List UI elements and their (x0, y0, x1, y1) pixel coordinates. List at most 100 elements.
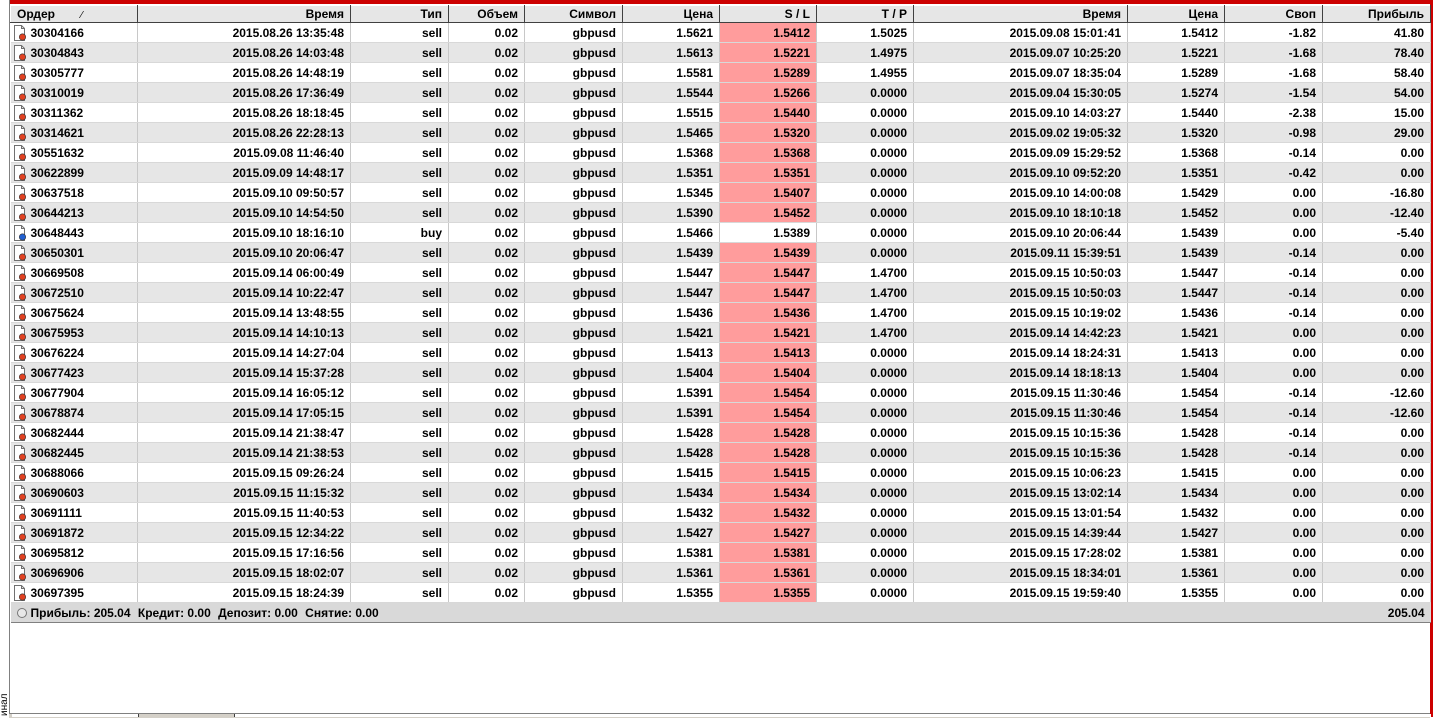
volume-cell: 0.02 (448, 102, 525, 123)
order-cell-content: 30682444 (11, 424, 132, 441)
order-cell: 30688066 (10, 462, 138, 483)
order-number: 30690603 (30, 485, 84, 500)
column-header-order[interactable]: Ордер ⁄ (10, 5, 138, 23)
close-time-cell: 2015.09.15 10:19:02 (913, 302, 1128, 323)
type-cell: sell (350, 442, 449, 463)
sl-cell: 1.5266 (719, 82, 817, 103)
close-price-cell: 1.5428 (1127, 422, 1225, 443)
type-cell: sell (350, 22, 449, 43)
table-row[interactable]: 30682445 2015.09.14 21:38:53 sell 0.02 gbpus… (10, 442, 1431, 463)
swap-cell: -1.54 (1224, 82, 1323, 103)
table-row[interactable]: 30648443 2015.09.10 18:16:10 buy 0.02 gbpusd… (10, 222, 1431, 243)
table-row[interactable]: 30695812 2015.09.15 17:16:56 sell 0.02 gbpus… (10, 542, 1431, 563)
open-time-cell: 2015.09.15 11:40:53 (137, 502, 351, 523)
sl-cell: 1.5432 (719, 502, 817, 523)
table-row[interactable]: 30678874 2015.09.14 17:05:15 sell 0.02 gbpus… (10, 402, 1431, 423)
open-price-cell: 1.5515 (622, 102, 720, 123)
symbol-cell: gbpusd (524, 282, 623, 303)
column-header-close-time[interactable]: Время (913, 5, 1128, 23)
tp-cell: 0.0000 (816, 202, 914, 223)
profit-cell: -12.40 (1322, 202, 1431, 223)
sell-order-icon (13, 344, 27, 361)
table-row[interactable]: 30672510 2015.09.14 10:22:47 sell 0.02 gbpus… (10, 282, 1431, 303)
column-header-sl[interactable]: S / L (719, 5, 817, 23)
tp-cell: 0.0000 (816, 82, 914, 103)
close-price-cell: 1.5381 (1127, 542, 1225, 563)
swap-cell: -0.14 (1224, 442, 1323, 463)
open-price-cell: 1.5404 (622, 362, 720, 383)
profit-cell: 0.00 (1322, 162, 1431, 183)
table-row[interactable]: 30677904 2015.09.14 16:05:12 sell 0.02 gbpus… (10, 382, 1431, 403)
column-header-symbol[interactable]: Символ (524, 5, 623, 23)
table-row[interactable]: 30644213 2015.09.10 14:54:50 sell 0.02 gbpus… (10, 202, 1431, 223)
table-row[interactable]: 30696906 2015.09.15 18:02:07 sell 0.02 gbpus… (10, 562, 1431, 583)
column-header-profit[interactable]: Прибыль (1322, 5, 1431, 23)
order-cell-content: 30677423 (11, 364, 132, 381)
table-row[interactable]: 30682444 2015.09.14 21:38:47 sell 0.02 gbpus… (10, 422, 1431, 443)
table-row[interactable]: 30675953 2015.09.14 14:10:13 sell 0.02 gbpus… (10, 322, 1431, 343)
table-row[interactable]: 30311362 2015.08.26 18:18:45 sell 0.02 gbpus… (10, 102, 1431, 123)
open-time-cell: 2015.08.26 13:35:48 (137, 22, 351, 43)
table-row[interactable]: 30304843 2015.08.26 14:03:48 sell 0.02 gbpus… (10, 42, 1431, 63)
profit-cell: 0.00 (1322, 582, 1431, 603)
sell-order-icon (13, 564, 27, 581)
symbol-cell: gbpusd (524, 382, 623, 403)
sl-cell: 1.5439 (719, 242, 817, 263)
sell-order-icon (13, 204, 27, 221)
table-row[interactable]: 30305777 2015.08.26 14:48:19 sell 0.02 gbpus… (10, 62, 1431, 83)
volume-cell: 0.02 (448, 162, 525, 183)
order-cell-content: 30551632 (11, 144, 132, 161)
symbol-cell: gbpusd (524, 42, 623, 63)
column-header-tp[interactable]: T / P (816, 5, 914, 23)
table-row[interactable]: 30551632 2015.09.08 11:46:40 sell 0.02 gbpus… (10, 142, 1431, 163)
summary-total: 205.04 (1322, 602, 1431, 623)
open-time-cell: 2015.09.14 13:48:55 (137, 302, 351, 323)
sl-cell: 1.5447 (719, 282, 817, 303)
sl-cell: 1.5389 (719, 222, 817, 243)
type-cell: sell (350, 402, 449, 423)
table-row[interactable]: 30676224 2015.09.14 14:27:04 sell 0.02 gbpus… (10, 342, 1431, 363)
table-row[interactable]: 30677423 2015.09.14 15:37:28 sell 0.02 gbpus… (10, 362, 1431, 383)
open-time-cell: 2015.09.14 16:05:12 (137, 382, 351, 403)
profit-cell: 0.00 (1322, 362, 1431, 383)
table-row[interactable]: 30691872 2015.09.15 12:34:22 sell 0.02 gbpus… (10, 522, 1431, 543)
symbol-cell: gbpusd (524, 582, 623, 603)
close-price-cell: 1.5404 (1127, 362, 1225, 383)
column-header-close-price[interactable]: Цена (1127, 5, 1225, 23)
sell-order-icon (13, 144, 27, 161)
order-number: 30644213 (30, 205, 84, 220)
open-time-cell: 2015.09.09 14:48:17 (137, 162, 351, 183)
open-price-cell: 1.5434 (622, 482, 720, 503)
order-number: 30678874 (30, 405, 84, 420)
open-time-cell: 2015.09.10 18:16:10 (137, 222, 351, 243)
column-header-type[interactable]: Тип (350, 5, 449, 23)
order-cell-content: 30675624 (11, 304, 132, 321)
tp-cell: 0.0000 (816, 142, 914, 163)
table-row[interactable]: 30697395 2015.09.15 18:24:39 sell 0.02 gbpus… (10, 582, 1431, 603)
close-price-cell: 1.5439 (1127, 222, 1225, 243)
volume-cell: 0.02 (448, 362, 525, 383)
close-price-cell: 1.5351 (1127, 162, 1225, 183)
order-number: 30305777 (30, 65, 84, 80)
table-row[interactable]: 30304166 2015.08.26 13:35:48 sell 0.02 gbpus… (10, 22, 1431, 43)
table-row[interactable]: 30622899 2015.09.09 14:48:17 sell 0.02 gbpus… (10, 162, 1431, 183)
table-row[interactable]: 30675624 2015.09.14 13:48:55 sell 0.02 gbpus… (10, 302, 1431, 323)
table-row[interactable]: 30690603 2015.09.15 11:15:32 sell 0.02 gbpus… (10, 482, 1431, 503)
table-row[interactable]: 30669508 2015.09.14 06:00:49 sell 0.02 gbpus… (10, 262, 1431, 283)
table-row[interactable]: 30314621 2015.08.26 22:28:13 sell 0.02 gbpus… (10, 122, 1431, 143)
tp-cell: 1.4700 (816, 302, 914, 323)
table-row[interactable]: 30650301 2015.09.10 20:06:47 sell 0.02 gbpus… (10, 242, 1431, 263)
order-cell: 30637518 (10, 182, 138, 203)
column-header-swap[interactable]: Своп (1224, 5, 1323, 23)
table-row[interactable]: 30688066 2015.09.15 09:26:24 sell 0.02 gbpus… (10, 462, 1431, 483)
column-header-volume[interactable]: Объем (448, 5, 525, 23)
volume-cell: 0.02 (448, 502, 525, 523)
column-header-open-time[interactable]: Время (137, 5, 351, 23)
table-row[interactable]: 30691111 2015.09.15 11:40:53 sell 0.02 gbpus… (10, 502, 1431, 523)
table-row[interactable]: 30637518 2015.09.10 09:50:57 sell 0.02 gbpus… (10, 182, 1431, 203)
tp-cell: 0.0000 (816, 182, 914, 203)
tp-cell: 1.4700 (816, 322, 914, 343)
column-header-open-price[interactable]: Цена (622, 5, 720, 23)
summary-row[interactable]: Прибыль: 205.04 Кредит: 0.00 Депозит: 0.… (10, 602, 1431, 623)
table-row[interactable]: 30310019 2015.08.26 17:36:49 sell 0.02 gbpus… (10, 82, 1431, 103)
